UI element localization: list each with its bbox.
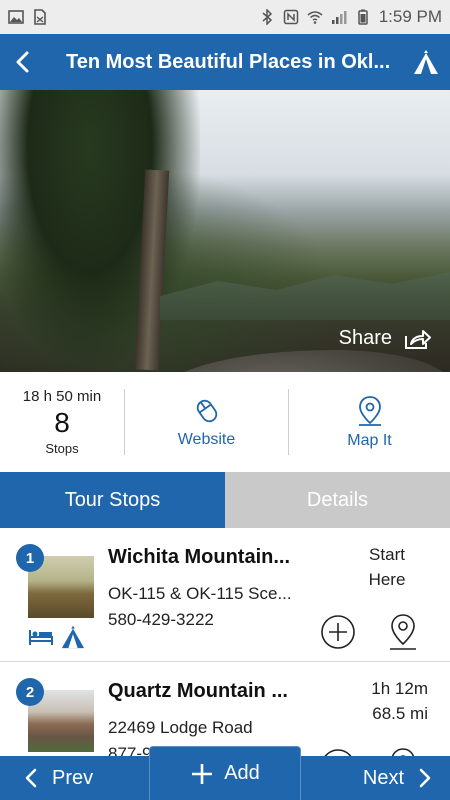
tab-details[interactable]: Details bbox=[225, 472, 450, 528]
document-icon bbox=[34, 9, 46, 25]
share-label: Share bbox=[338, 327, 392, 349]
next-label: Next bbox=[362, 766, 404, 789]
stop-number-badge: 1 bbox=[16, 544, 44, 572]
map-pin-icon[interactable] bbox=[386, 746, 420, 756]
map-pin-icon bbox=[358, 396, 381, 426]
stop-meta-line2: Here bbox=[368, 570, 406, 589]
hero-rocks-shape bbox=[160, 350, 450, 372]
status-time: 1:59 PM bbox=[378, 7, 442, 26]
stops-list: 1 Wichita Mountain... OK-115 & OK-115 Sc… bbox=[0, 528, 450, 756]
signal-icon bbox=[331, 11, 347, 24]
prev-label: Prev bbox=[52, 766, 94, 789]
stops-label: Stops bbox=[45, 441, 79, 456]
mouse-icon bbox=[196, 399, 217, 423]
status-bar: 1:59 PM bbox=[0, 0, 450, 34]
tab-bar: Tour Stops Details bbox=[0, 472, 450, 528]
map-it-label: Map It bbox=[347, 432, 392, 449]
wifi-icon bbox=[307, 11, 323, 24]
app-bar: Ten Most Beautiful Places in Okl... bbox=[0, 34, 450, 90]
bed-icon bbox=[29, 630, 53, 645]
stops-count: 8 bbox=[54, 407, 70, 438]
page-title: Ten Most Beautiful Places in Okl... bbox=[66, 50, 391, 73]
tour-summary: 18 h 50 min 8 Stops Website Map It bbox=[0, 372, 450, 472]
map-pin-icon[interactable] bbox=[386, 612, 420, 652]
prev-button[interactable]: Prev bbox=[0, 756, 111, 800]
stop-number-badge: 2 bbox=[16, 678, 44, 706]
list-item[interactable]: 2 Quartz Mountain ... 22469 Lodge Road 8… bbox=[0, 662, 450, 756]
stop-name: Quartz Mountain ... bbox=[108, 680, 288, 702]
stop-address: OK-115 & OK-115 Sce... bbox=[108, 584, 292, 603]
chevron-left-icon bbox=[16, 51, 29, 73]
tab-tour-stops[interactable]: Tour Stops bbox=[0, 472, 225, 528]
stop-phone[interactable]: 580-429-3222 bbox=[108, 610, 214, 630]
back-button[interactable] bbox=[0, 34, 46, 90]
list-item[interactable]: 1 Wichita Mountain... OK-115 & OK-115 Sc… bbox=[0, 528, 450, 662]
add-label: Add bbox=[224, 762, 260, 784]
chevron-right-icon bbox=[419, 768, 431, 788]
image-icon bbox=[8, 10, 24, 24]
share-button[interactable]: Share bbox=[339, 327, 432, 350]
stop-amenities bbox=[28, 624, 86, 650]
hero-ridge-shape bbox=[160, 272, 450, 320]
nfc-icon bbox=[283, 9, 298, 25]
stop-address: 22469 Lodge Road bbox=[108, 718, 253, 737]
stop-name: Wichita Mountain... bbox=[108, 546, 291, 568]
hero-tree-shape bbox=[0, 90, 200, 372]
chevron-left-icon bbox=[25, 768, 37, 788]
map-it-button[interactable]: Map It bbox=[288, 389, 450, 455]
website-button[interactable]: Website bbox=[124, 389, 288, 455]
bluetooth-icon bbox=[262, 9, 272, 25]
tent-icon bbox=[61, 625, 85, 649]
stop-meta: 1h 12m 68.5 mi bbox=[338, 676, 428, 726]
stop-meta-line1: 1h 12m bbox=[371, 679, 428, 698]
add-stop-icon[interactable] bbox=[320, 614, 356, 650]
add-button[interactable]: Add bbox=[149, 746, 301, 800]
next-button[interactable]: Next bbox=[345, 756, 450, 800]
tour-duration: 18 h 50 min bbox=[22, 388, 102, 405]
tent-icon bbox=[414, 50, 438, 74]
hero-image: Share bbox=[0, 90, 450, 372]
stop-meta-line1: Start bbox=[369, 545, 405, 564]
add-stop-icon[interactable] bbox=[320, 748, 356, 756]
stop-meta: Start Here bbox=[342, 542, 432, 592]
stop-meta-line2: 68.5 mi bbox=[372, 704, 428, 723]
battery-icon bbox=[357, 9, 368, 25]
status-right: 1:59 PM bbox=[259, 7, 442, 27]
plus-icon bbox=[192, 763, 213, 784]
tour-stats: 18 h 50 min 8 Stops bbox=[0, 372, 124, 472]
stop-phone[interactable]: 877-9 bbox=[108, 744, 151, 756]
website-label: Website bbox=[177, 431, 236, 448]
share-arrow-icon bbox=[405, 329, 431, 349]
status-left bbox=[8, 9, 48, 25]
camping-button[interactable] bbox=[402, 34, 450, 90]
